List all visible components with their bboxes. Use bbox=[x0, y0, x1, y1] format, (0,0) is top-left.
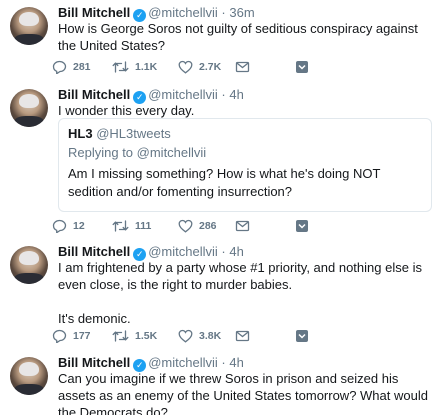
retweet-count: 111 bbox=[135, 220, 152, 232]
more-menu-button[interactable] bbox=[295, 218, 309, 234]
retweet-button[interactable]: 111 bbox=[112, 218, 151, 234]
author-name[interactable]: Bill Mitchell bbox=[58, 244, 130, 259]
separator-dot: · bbox=[221, 87, 226, 102]
avatar[interactable] bbox=[10, 7, 48, 45]
quoted-author-name: HL3 bbox=[68, 126, 93, 141]
reply-button[interactable]: 281 bbox=[52, 59, 91, 75]
tweet-text: Can you imagine if we threw Soros in pri… bbox=[58, 370, 432, 415]
tweet[interactable]: Bill Mitchell ✓ @mitchellvii · 4h I wonder… bbox=[0, 82, 442, 240]
author-handle[interactable]: @mitchellvii bbox=[148, 5, 218, 20]
like-count: 286 bbox=[199, 220, 217, 232]
quoted-text: Am I missing something? How is what he's… bbox=[68, 166, 381, 199]
tweet-text-paragraph: I wonder this every day. bbox=[58, 103, 195, 118]
tweet-text-paragraph: I am frightened by a party whose #1 prio… bbox=[58, 260, 422, 292]
reply-count: 12 bbox=[73, 220, 85, 232]
avatar[interactable] bbox=[10, 357, 48, 395]
more-menu-button[interactable] bbox=[295, 59, 309, 75]
separator-dot: · bbox=[221, 5, 226, 20]
tweet-time[interactable]: 4h bbox=[229, 87, 243, 102]
like-icon bbox=[178, 60, 193, 74]
message-icon bbox=[235, 330, 250, 342]
quoted-reply-context: Replying to @mitchellvii bbox=[68, 145, 207, 160]
separator-dot: · bbox=[221, 244, 226, 259]
retweet-icon bbox=[112, 61, 129, 73]
like-button[interactable]: 3.8K bbox=[178, 328, 221, 344]
quoted-tweet[interactable]: HL3 @HL3tweets Replying to @mitchellvii … bbox=[58, 118, 432, 212]
quoted-author: HL3 @HL3tweets bbox=[68, 126, 171, 141]
author-name[interactable]: Bill Mitchell bbox=[58, 87, 130, 102]
retweet-count: 1.5K bbox=[135, 330, 158, 342]
retweet-button[interactable]: 1.1K bbox=[112, 59, 157, 75]
reply-icon bbox=[52, 219, 67, 233]
tweet[interactable]: Bill Mitchell ✓ @mitchellvii · 36m How is … bbox=[0, 0, 442, 83]
reply-count: 177 bbox=[73, 330, 91, 342]
direct-message-button[interactable] bbox=[235, 59, 250, 75]
author-handle[interactable]: @mitchellvii bbox=[148, 87, 218, 102]
reply-button[interactable]: 177 bbox=[52, 328, 91, 344]
like-icon bbox=[178, 219, 193, 233]
like-count: 3.8K bbox=[199, 330, 222, 342]
retweet-button[interactable]: 1.5K bbox=[112, 328, 157, 344]
tweet-text-paragraph: It's demonic. bbox=[58, 311, 131, 326]
direct-message-button[interactable] bbox=[235, 218, 250, 234]
tweet-text: I am frightened by a party whose #1 prio… bbox=[58, 259, 432, 327]
like-button[interactable]: 286 bbox=[178, 218, 217, 234]
like-icon bbox=[178, 329, 193, 343]
tweet[interactable]: Bill Mitchell ✓ @mitchellvii · 4h I am fri… bbox=[0, 239, 442, 351]
message-icon bbox=[235, 61, 250, 73]
avatar[interactable] bbox=[10, 246, 48, 284]
quoted-author-handle: @HL3tweets bbox=[96, 126, 171, 141]
tweet[interactable]: Bill Mitchell ✓ @mitchellvii · 4h Can you … bbox=[0, 350, 442, 415]
separator-dot: · bbox=[221, 355, 226, 370]
retweet-icon bbox=[112, 220, 129, 232]
like-button[interactable]: 2.7K bbox=[178, 59, 221, 75]
reply-icon bbox=[52, 329, 67, 343]
retweet-icon bbox=[112, 330, 129, 342]
author-name[interactable]: Bill Mitchell bbox=[58, 355, 130, 370]
tweet-time[interactable]: 4h bbox=[229, 355, 243, 370]
reply-button[interactable]: 12 bbox=[52, 218, 85, 234]
reply-icon bbox=[52, 60, 67, 74]
message-icon bbox=[235, 220, 250, 232]
author-name[interactable]: Bill Mitchell bbox=[58, 5, 130, 20]
avatar[interactable] bbox=[10, 89, 48, 127]
author-handle[interactable]: @mitchellvii bbox=[148, 244, 218, 259]
tweet-text-paragraph: How is George Soros not guilty of sediti… bbox=[58, 21, 418, 53]
direct-message-button[interactable] bbox=[235, 328, 250, 344]
tweet-text: I wonder this every day. bbox=[58, 102, 432, 119]
tweet-text: How is George Soros not guilty of sediti… bbox=[58, 20, 432, 54]
tweet-feed: Bill Mitchell ✓ @mitchellvii · 36m How is … bbox=[0, 0, 442, 415]
tweet-time[interactable]: 4h bbox=[229, 244, 243, 259]
more-menu-button[interactable] bbox=[295, 328, 309, 344]
reply-count: 281 bbox=[73, 61, 91, 73]
more-chevron-icon bbox=[296, 330, 308, 342]
more-chevron-icon bbox=[296, 61, 308, 73]
more-chevron-icon bbox=[296, 220, 308, 232]
like-count: 2.7K bbox=[199, 61, 222, 73]
tweet-time[interactable]: 36m bbox=[229, 5, 254, 20]
author-handle[interactable]: @mitchellvii bbox=[148, 355, 218, 370]
retweet-count: 1.1K bbox=[135, 61, 158, 73]
tweet-text-paragraph: Can you imagine if we threw Soros in pri… bbox=[58, 371, 428, 415]
